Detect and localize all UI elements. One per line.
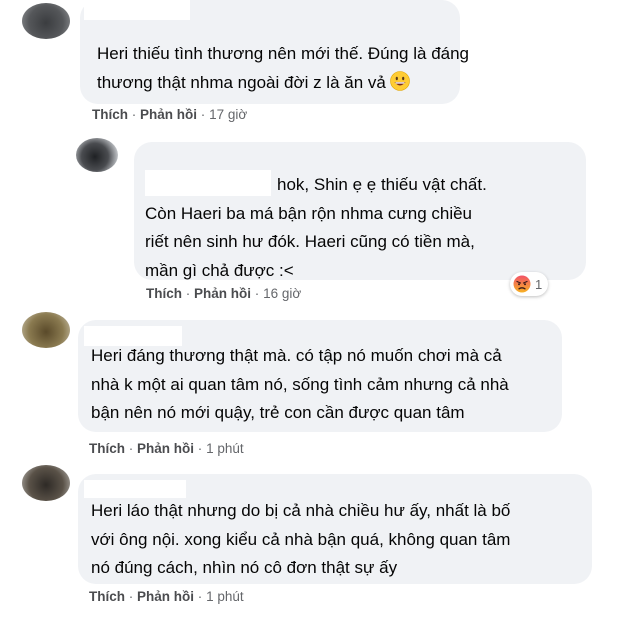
angry-face-icon bbox=[513, 275, 531, 293]
comment-actions: Thích · Phản hồi · 16 giờ bbox=[146, 286, 301, 301]
avatar[interactable] bbox=[22, 312, 70, 348]
like-button[interactable]: Thích bbox=[89, 441, 125, 456]
comment-actions: Thích · Phản hồi · 1 phút bbox=[89, 589, 244, 604]
like-button[interactable]: Thích bbox=[92, 107, 128, 122]
comment-text: Heri thiếu tình thương nên mới thế. Đúng… bbox=[97, 40, 469, 100]
reply-button[interactable]: Phản hồi bbox=[137, 589, 194, 604]
avatar[interactable] bbox=[22, 465, 70, 501]
comment-text: Heri đáng thương thật mà. có tập nó muốn… bbox=[91, 346, 509, 422]
separator-dot: · bbox=[197, 441, 203, 456]
reply-button[interactable]: Phản hồi bbox=[140, 107, 197, 122]
separator-dot: · bbox=[128, 441, 134, 456]
redacted-author-name bbox=[84, 480, 186, 498]
comment-text: hok, Shin ẹ ẹ thiếu vật chất. Còn Haeri … bbox=[145, 175, 487, 280]
timestamp[interactable]: 17 giờ bbox=[209, 107, 247, 122]
like-button[interactable]: Thích bbox=[146, 286, 182, 301]
separator-dot: · bbox=[200, 107, 206, 122]
separator-dot: · bbox=[128, 589, 134, 604]
avatar[interactable] bbox=[22, 3, 70, 39]
comment-text: Heri láo thật nhưng do bị cả nhà chiều h… bbox=[91, 501, 511, 577]
reply-button[interactable]: Phản hồi bbox=[137, 441, 194, 456]
separator-dot: · bbox=[197, 589, 203, 604]
reply-button[interactable]: Phản hồi bbox=[194, 286, 251, 301]
separator-dot: · bbox=[254, 286, 260, 301]
timestamp[interactable]: 1 phút bbox=[206, 441, 244, 456]
reaction-summary[interactable]: 1 bbox=[510, 272, 549, 296]
like-button[interactable]: Thích bbox=[89, 589, 125, 604]
timestamp[interactable]: 1 phút bbox=[206, 589, 244, 604]
separator-dot: · bbox=[131, 107, 137, 122]
redacted-author-name bbox=[84, 0, 190, 20]
grinning-face-icon bbox=[390, 70, 410, 101]
timestamp[interactable]: 16 giờ bbox=[263, 286, 301, 301]
comment-actions: Thích · Phản hồi · 17 giờ bbox=[92, 107, 247, 122]
reaction-count: 1 bbox=[535, 276, 543, 292]
avatar[interactable] bbox=[76, 138, 118, 172]
comment-actions: Thích · Phản hồi · 1 phút bbox=[89, 441, 244, 456]
separator-dot: · bbox=[185, 286, 191, 301]
